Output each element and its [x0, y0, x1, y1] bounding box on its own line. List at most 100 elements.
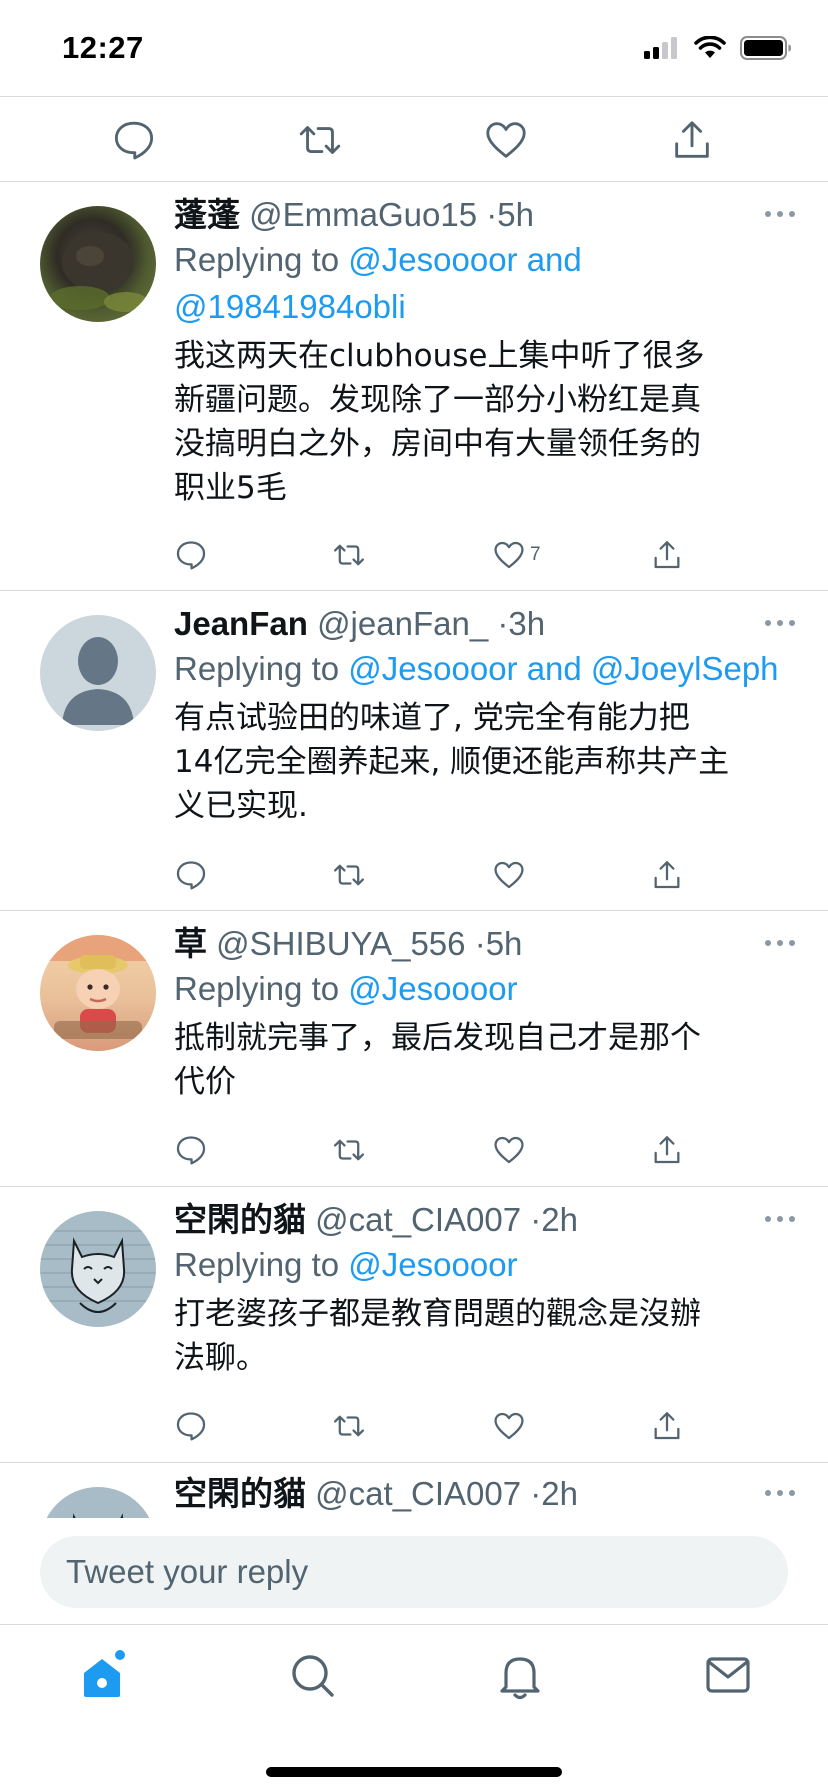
replying-prefix: Replying to: [174, 241, 340, 278]
display-name[interactable]: 草: [174, 925, 207, 962]
reply-button[interactable]: [174, 855, 208, 895]
notifications-icon[interactable]: [492, 1647, 548, 1703]
reply-tweet[interactable]: 空閑的貓 @cat_CIA007 ·2h: [0, 1463, 828, 1518]
mention-link[interactable]: @19841984obli: [174, 288, 406, 325]
avatar[interactable]: [40, 206, 156, 322]
avatar[interactable]: [40, 615, 156, 731]
reply-text: 抵制就完事了，最后发现自己才是那个 代价: [174, 1016, 798, 1104]
reply-text: 有点试验田的味道了, 党完全有能力把 14亿完全圈养起来, 顺便还能声称共产主 …: [174, 696, 798, 828]
avatar[interactable]: [40, 1487, 156, 1518]
mention-link[interactable]: @Jesoooor and @JoeylSeph: [348, 650, 778, 687]
share-button[interactable]: [650, 855, 684, 895]
status-icons: [644, 36, 792, 60]
reply-text-line: 代价: [174, 1064, 236, 1100]
reply-text-line: 义已实现.: [174, 788, 308, 824]
display-name[interactable]: 空閑的貓: [174, 1201, 306, 1238]
reply-button[interactable]: [174, 535, 208, 575]
display-name[interactable]: 蓬蓬: [174, 196, 240, 233]
more-options-icon[interactable]: [760, 933, 800, 953]
separator-dot: ·: [530, 1201, 542, 1238]
display-name[interactable]: JeanFan: [174, 605, 308, 642]
share-icon: [654, 1136, 680, 1164]
like-icon[interactable]: [483, 117, 529, 163]
reply-header: 蓬蓬 @EmmaGuo15 ·5h: [174, 194, 798, 236]
default-profile-icon: [62, 637, 134, 725]
reply-text-line: 法聊。: [174, 1340, 267, 1376]
share-button[interactable]: [650, 1406, 684, 1446]
more-options-icon[interactable]: [760, 1209, 800, 1229]
timestamp: 2h: [541, 1475, 579, 1512]
search-icon[interactable]: [284, 1647, 340, 1703]
more-options-icon[interactable]: [760, 204, 800, 224]
reply-tweet[interactable]: 蓬蓬 @EmmaGuo15 ·5h Replying to @Jesoooor …: [0, 182, 828, 590]
retweet-icon: [333, 544, 365, 566]
messages-icon[interactable]: [700, 1647, 756, 1703]
share-icon: [654, 861, 680, 889]
like-icon: [494, 1136, 524, 1164]
retweet-icon[interactable]: [297, 117, 343, 163]
mention-link[interactable]: @Jesoooor: [348, 970, 517, 1007]
retweet-icon: [333, 1139, 365, 1161]
user-handle[interactable]: @jeanFan_: [317, 605, 488, 642]
reply-text-line: 新疆问题。发现除了一部分小粉红是真: [174, 382, 701, 418]
retweet-icon: [333, 1415, 365, 1437]
like-button[interactable]: [492, 1406, 526, 1446]
avatar-image: [72, 1513, 124, 1518]
share-icon[interactable]: [669, 117, 715, 163]
reply-actions: [174, 855, 694, 895]
reply-icon: [176, 1136, 206, 1165]
retweet-button[interactable]: [332, 855, 366, 895]
replying-prefix: Replying to: [174, 650, 340, 687]
more-options-icon[interactable]: [760, 613, 800, 633]
retweet-icon: [333, 864, 365, 886]
display-name[interactable]: 空閑的貓: [174, 1475, 306, 1512]
share-icon: [654, 1412, 680, 1440]
battery-icon: [740, 36, 791, 60]
reply-header: JeanFan @jeanFan_ ·3h: [174, 603, 798, 645]
mention-link[interactable]: @Jesoooor: [348, 1246, 517, 1283]
share-button[interactable]: [650, 535, 684, 575]
retweet-button[interactable]: [332, 1130, 366, 1170]
home-indicator[interactable]: [266, 1767, 562, 1777]
retweet-button[interactable]: [332, 535, 366, 575]
reply-text: 我这两天在clubhouse上集中听了很多 新疆问题。发现除了一部分小粉红是真 …: [174, 334, 798, 510]
home-icon[interactable]: [76, 1647, 132, 1703]
more-options-icon[interactable]: [760, 1483, 800, 1503]
like-button[interactable]: 7: [492, 535, 541, 575]
replying-to: Replying to @Jesoooor and @JoeylSeph: [174, 645, 798, 692]
like-button[interactable]: [492, 1130, 526, 1170]
user-handle[interactable]: @SHIBUYA_556: [216, 925, 465, 962]
mention-link[interactable]: @Jesoooor and: [348, 241, 581, 278]
user-handle[interactable]: @cat_CIA007: [315, 1201, 521, 1238]
reply-button[interactable]: [174, 1130, 208, 1170]
reply-button[interactable]: [174, 1406, 208, 1446]
avatar[interactable]: [40, 935, 156, 1051]
reply-text-line: 职业5毛: [174, 470, 287, 506]
status-bar: 12:27: [0, 0, 828, 96]
reply-text: 打老婆孩子都是教育問題的觀念是沒辦 法聊。: [174, 1292, 798, 1380]
reply-header: 空閑的貓 @cat_CIA007 ·2h: [174, 1199, 798, 1241]
reply-composer: [0, 1518, 828, 1624]
reply-tweet[interactable]: 空閑的貓 @cat_CIA007 ·2h Replying to @Jesooo…: [0, 1187, 828, 1462]
reply-text-line: 有点试验田的味道了, 党完全有能力把: [174, 700, 690, 736]
replying-to: Replying to @Jesoooor and: [174, 236, 798, 283]
retweet-button[interactable]: [332, 1406, 366, 1446]
reply-icon[interactable]: [111, 117, 157, 163]
reply-tweet[interactable]: JeanFan @jeanFan_ ·3h Replying to @Jesoo…: [0, 591, 828, 910]
user-handle[interactable]: @cat_CIA007: [315, 1475, 521, 1512]
avatar[interactable]: [40, 1211, 156, 1327]
tweet-reply-input[interactable]: [40, 1536, 788, 1608]
timestamp: 5h: [497, 196, 534, 233]
replying-prefix: Replying to: [174, 970, 340, 1007]
replying-to: Replying to @Jesoooor: [174, 965, 798, 1012]
share-button[interactable]: [650, 1130, 684, 1170]
replying-to-continued: @19841984obli: [174, 283, 798, 330]
reply-icon: [176, 541, 206, 570]
separator-dot: ·: [497, 605, 509, 642]
reply-text-line: 抵制就完事了，最后发现自己才是那个: [174, 1020, 701, 1056]
tab-bar: [0, 1625, 828, 1792]
reply-tweet[interactable]: 草 @SHIBUYA_556 ·5h Replying to @Jesoooor…: [0, 911, 828, 1186]
like-count: 7: [530, 544, 541, 565]
user-handle[interactable]: @EmmaGuo15: [249, 196, 477, 233]
like-button[interactable]: [492, 855, 526, 895]
